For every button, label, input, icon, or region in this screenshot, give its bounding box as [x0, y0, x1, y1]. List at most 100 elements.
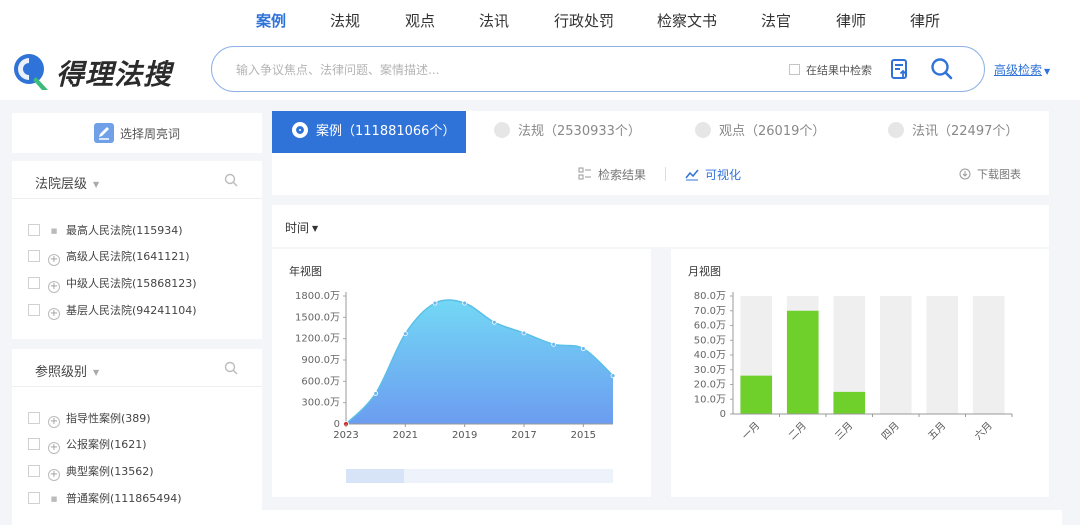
bullet-icon: ■	[50, 227, 58, 235]
view-visualization-button[interactable]: 可视化	[685, 166, 741, 183]
x-tick-label: 三月	[833, 420, 856, 443]
divider	[665, 167, 666, 181]
data-point	[580, 346, 586, 352]
checkbox[interactable]	[28, 465, 40, 477]
y-tick-label: 50.0万	[694, 335, 726, 346]
checkbox[interactable]	[28, 412, 40, 424]
tab-cases[interactable]: 案例（111881066个）	[272, 111, 466, 153]
list-item[interactable]: + 中级人民法院(15868123)	[28, 276, 197, 293]
data-point	[402, 331, 408, 337]
expand-plus-icon[interactable]: +	[48, 308, 60, 320]
expand-plus-icon[interactable]: +	[48, 442, 60, 454]
logo[interactable]: 得理法搜	[12, 50, 192, 91]
filter-item-label: 高级人民法院(1641121)	[66, 250, 190, 263]
list-item[interactable]: + 高级人民法院(1641121)	[28, 249, 190, 266]
logo-text: 得理法搜	[56, 58, 173, 91]
x-tick-label: 一月	[740, 420, 763, 443]
data-point	[373, 391, 379, 396]
tab-laws[interactable]: 法规（2530933个）	[494, 111, 641, 153]
data-point	[491, 319, 497, 325]
checkbox[interactable]	[28, 224, 40, 236]
expand-plus-icon[interactable]: +	[48, 281, 60, 293]
search-in-results-checkbox[interactable]	[789, 64, 800, 75]
expand-plus-icon[interactable]: +	[48, 469, 60, 481]
month-view-panel: 月视图 0 10.0万 20.0万 30.0万 40.0万 50.0万 60.0万 70.0万…	[671, 249, 1049, 497]
expand-plus-icon[interactable]: +	[48, 254, 60, 266]
y-tick-label: 10.0万	[694, 394, 726, 405]
court-level-filter: 法院层级 ▼ ■ 最高人民法院(115934) + 高级人民法院(1641121) +…	[12, 161, 262, 339]
y-tick-label: 40.0万	[694, 350, 726, 361]
year-view-panel: 年视图 0 300.0万 600.0万 900.0万 1200.0万 1500.0万 180…	[272, 249, 651, 497]
logo-icon	[14, 54, 48, 90]
time-dropdown-label: 时间	[285, 221, 310, 235]
search-input[interactable]	[236, 59, 756, 81]
reference-level-filter: 参照级别 ▼ + 指导性案例(389) + 公报案例(1621) + 典型案例(1356…	[12, 349, 262, 525]
select-study-label: 选择周亮词	[120, 127, 181, 141]
list-item[interactable]: ■ 最高人民法院(115934)	[28, 223, 183, 239]
x-tick-label: 五月	[926, 420, 949, 443]
filter-item-label: 最高人民法院(115934)	[66, 224, 183, 237]
nav-tab-law-firms[interactable]: 律所	[910, 10, 940, 31]
select-study-button[interactable]: 选择周亮词	[12, 113, 262, 153]
checkbox[interactable]	[28, 492, 40, 504]
list-item[interactable]: + 典型案例(13562)	[28, 464, 154, 481]
data-point	[610, 373, 616, 379]
y-tick-label: 1200.0万	[295, 334, 340, 345]
download-chart-button[interactable]: 下载图表	[959, 166, 1021, 182]
nav-tab-procuratorate[interactable]: 检察文书	[657, 10, 717, 31]
search-bar: 在结果中检索	[211, 46, 985, 92]
nav-tab-views[interactable]: 观点	[405, 10, 435, 31]
expand-plus-icon[interactable]: +	[48, 416, 60, 428]
checkbox[interactable]	[28, 304, 40, 316]
time-dropdown[interactable]: 时间 ▼	[285, 219, 318, 236]
time-filter-bar: 时间 ▼	[272, 205, 1049, 247]
y-tick-label: 20.0万	[694, 380, 726, 391]
filter-search-icon[interactable]	[224, 361, 238, 375]
bar	[833, 391, 866, 414]
radio-icon	[888, 122, 904, 138]
nav-tab-cases[interactable]: 案例	[256, 10, 286, 31]
header: 得理法搜 在结果中检索 高级检索▼	[0, 40, 1080, 100]
view-results-button[interactable]: 检索结果	[578, 166, 646, 183]
y-tick-label: 1500.0万	[295, 312, 340, 323]
filter-search-icon[interactable]	[224, 173, 238, 187]
filter-item-label: 指导性案例(389)	[66, 412, 151, 425]
nav-tab-admin-penalty[interactable]: 行政处罚	[554, 10, 614, 31]
list-item[interactable]: + 基层人民法院(94241104)	[28, 303, 197, 320]
nav-tab-judges[interactable]: 法官	[761, 10, 791, 31]
tab-label: 法讯（22497个）	[912, 124, 1019, 139]
bullet-icon: ■	[50, 495, 58, 503]
x-tick-label: 2017	[511, 430, 536, 441]
list-item[interactable]: + 指导性案例(389)	[28, 411, 151, 428]
caret-down-icon: ▼	[93, 368, 100, 377]
nav-tab-laws[interactable]: 法规	[330, 10, 360, 31]
data-point	[521, 330, 527, 336]
x-tick-label: 2021	[393, 430, 418, 441]
reference-level-toggle[interactable]: 参照级别 ▼	[35, 361, 99, 380]
filter-item-label: 基层人民法院(94241104)	[66, 304, 197, 317]
tab-views[interactable]: 观点（26019个）	[695, 111, 825, 153]
nav-tab-news[interactable]: 法讯	[479, 10, 509, 31]
search-icon[interactable]	[930, 57, 954, 81]
y-tick-label: 80.0万	[694, 291, 726, 302]
nav-tab-lawyers[interactable]: 律师	[836, 10, 866, 31]
y-tick-label: 300.0万	[301, 398, 340, 409]
year-view-chart[interactable]: 0 300.0万 600.0万 900.0万 1200.0万 1500.0万 1800.0万…	[272, 249, 651, 497]
view-results-label: 检索结果	[598, 168, 647, 182]
list-item[interactable]: + 公报案例(1621)	[28, 437, 147, 454]
month-view-chart[interactable]: 0 10.0万 20.0万 30.0万 40.0万 50.0万 60.0万 70.0万 80.0…	[671, 249, 1049, 497]
filter-item-label: 公报案例(1621)	[66, 438, 147, 451]
bar	[740, 375, 773, 414]
checkbox[interactable]	[28, 277, 40, 289]
advanced-search-link[interactable]: 高级检索 ▼	[994, 61, 1050, 78]
view-mode-bar: 检索结果 可视化 下载图表	[272, 153, 1049, 195]
list-item[interactable]: ■ 普通案例(111865494)	[28, 491, 182, 507]
tab-news[interactable]: 法讯（22497个）	[888, 111, 1018, 153]
checkbox[interactable]	[28, 250, 40, 262]
search-in-results-option[interactable]: 在结果中检索	[789, 62, 872, 78]
document-upload-icon[interactable]	[890, 58, 910, 80]
court-level-toggle[interactable]: 法院层级 ▼	[35, 173, 99, 192]
y-tick-label: 30.0万	[694, 365, 726, 376]
list-icon	[578, 167, 591, 180]
checkbox[interactable]	[28, 438, 40, 450]
